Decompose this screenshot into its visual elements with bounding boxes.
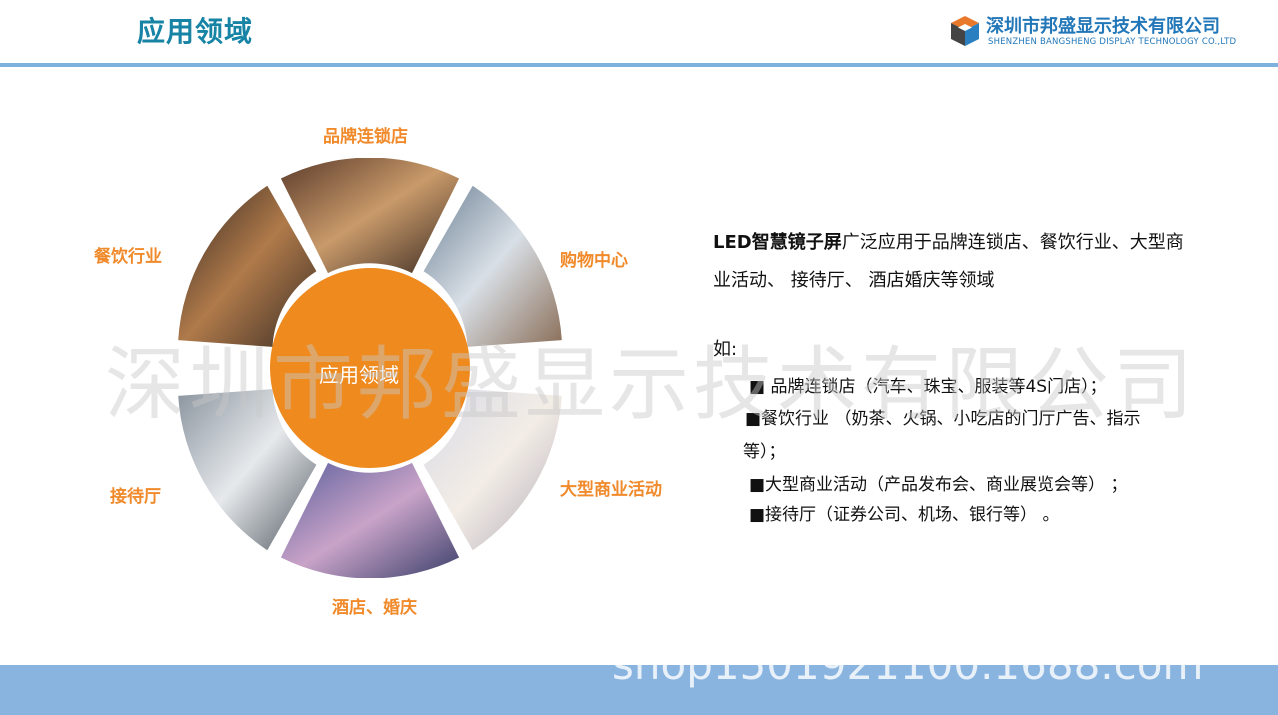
- label-shopping-mall: 购物中心: [560, 251, 628, 271]
- description: LED智慧镜子屏广泛应用于品牌连锁店、餐饮行业、大型商业活动、 接待厅、 酒店婚…: [713, 224, 1193, 300]
- label-reception: 接待厅: [110, 487, 161, 507]
- company-name-en: SHENZHEN BANGSHENG DISPLAY TECHNOLOGY CO…: [988, 37, 1237, 47]
- segment-hotel-wedding: [280, 462, 460, 578]
- cube-logo-icon: [951, 16, 979, 46]
- shop-url-watermark: shop1501921100.1688.com: [612, 640, 1204, 689]
- label-commercial-event: 大型商业活动: [560, 480, 662, 500]
- company-name-cn: 深圳市邦盛显示技术有限公司: [986, 16, 1220, 37]
- list-item: ■接待厅（证券公司、机场、银行等） 。: [749, 505, 1060, 525]
- label-hotel-wedding: 酒店、婚庆: [332, 598, 417, 618]
- label-brand-store: 品牌连锁店: [323, 127, 408, 147]
- list-item: 等）；: [743, 442, 786, 462]
- description-bold: LED智慧镜子屏: [713, 232, 842, 253]
- header-divider: [0, 63, 1278, 67]
- label-catering: 餐饮行业: [94, 247, 162, 267]
- page-title: 应用领域: [137, 15, 254, 48]
- company-logo: 深圳市邦盛显示技术有限公司 SHENZHEN BANGSHENG DISPLAY…: [948, 12, 1248, 52]
- segment-brand-store: [280, 158, 460, 274]
- header: 应用领域 深圳市邦盛显示技术有限公司 SHENZHEN BANGSHENG DI…: [0, 0, 1278, 67]
- list-item: ■大型商业活动（产品发布会、商业展览会等） ；: [749, 475, 1128, 495]
- company-watermark: 深圳市邦盛显示技术有限公司: [105, 338, 1197, 431]
